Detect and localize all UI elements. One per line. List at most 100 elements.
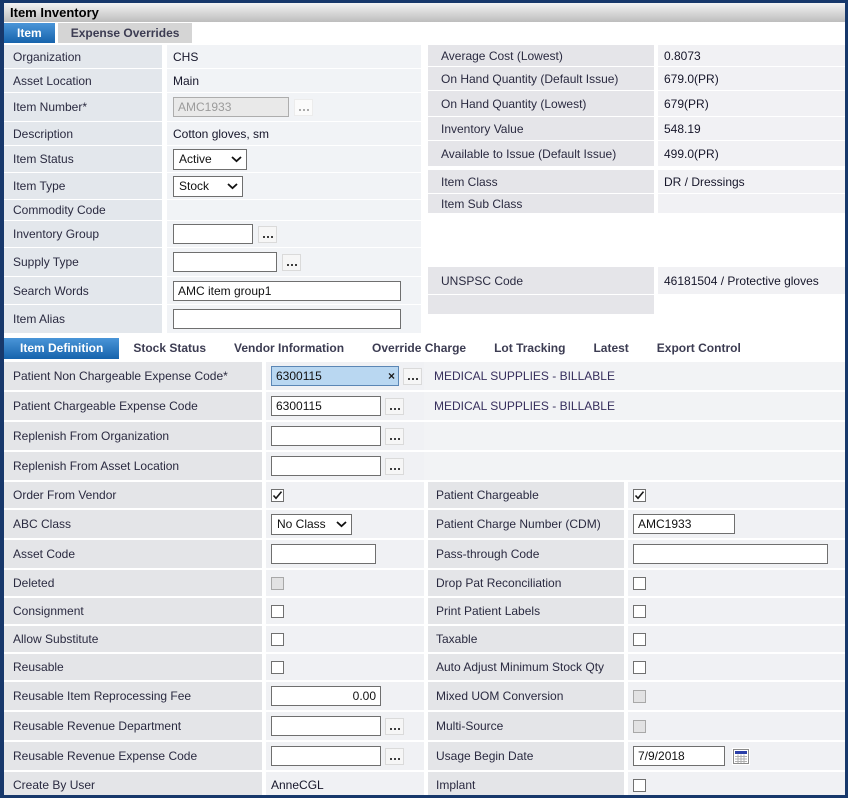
- on-hand-default-label: On Hand Quantity (Default Issue): [428, 67, 654, 90]
- description-label: Description: [4, 122, 162, 145]
- row-reusable: Reusable Auto Adjust Minimum Stock Qty: [4, 654, 845, 680]
- patient-charge-number-field[interactable]: [633, 514, 735, 534]
- pass-through-code-field[interactable]: [633, 544, 828, 564]
- tab-item[interactable]: Item: [4, 23, 55, 43]
- row-deleted: Deleted Drop Pat Reconciliation: [4, 570, 845, 596]
- patient-chargeable-code-browse-button[interactable]: [385, 398, 404, 415]
- tab-stock-status[interactable]: Stock Status: [119, 338, 220, 359]
- inventory-group-label: Inventory Group: [4, 221, 162, 247]
- on-hand-lowest-label: On Hand Quantity (Lowest): [428, 91, 654, 116]
- tab-lot-tracking[interactable]: Lot Tracking: [480, 338, 579, 359]
- asset-location-label: Asset Location: [4, 69, 162, 92]
- abc-class-label: ABC Class: [4, 510, 262, 538]
- reprocessing-fee-field[interactable]: [271, 686, 381, 706]
- inventory-group-browse-button[interactable]: [258, 226, 277, 243]
- item-definition-section: Patient Non Chargeable Expense Code* × M…: [4, 362, 845, 798]
- deleted-label: Deleted: [4, 570, 262, 596]
- commodity-code-label: Commodity Code: [4, 200, 162, 220]
- replenish-asset-field[interactable]: [271, 456, 381, 476]
- print-patient-labels-checkbox[interactable]: [633, 605, 646, 618]
- tab-vendor-information[interactable]: Vendor Information: [220, 338, 358, 359]
- revenue-department-field[interactable]: [271, 716, 381, 736]
- consignment-label: Consignment: [4, 598, 262, 624]
- replenish-org-browse-button[interactable]: [385, 428, 404, 445]
- item-alias-label: Item Alias: [4, 305, 162, 333]
- average-cost-label: Average Cost (Lowest): [428, 45, 654, 66]
- revenue-department-browse-button[interactable]: [385, 718, 404, 735]
- order-from-vendor-checkbox[interactable]: [271, 489, 284, 502]
- tab-latest[interactable]: Latest: [579, 338, 642, 359]
- supply-type-browse-button[interactable]: [282, 254, 301, 271]
- row-item-status: Item Status Active: [4, 146, 421, 172]
- item-alias-field[interactable]: [173, 309, 401, 329]
- implant-checkbox[interactable]: [633, 779, 646, 792]
- consignment-checkbox[interactable]: [271, 605, 284, 618]
- available-to-issue-value: 499.0(PR): [658, 141, 845, 166]
- item-type-select[interactable]: Stock: [173, 176, 243, 197]
- row-description: Description Cotton gloves, sm: [4, 122, 421, 145]
- replenish-asset-browse-button[interactable]: [385, 458, 404, 475]
- row-empty: [428, 295, 845, 314]
- taxable-label: Taxable: [428, 626, 624, 652]
- definition-tab-bar: Item Definition Stock Status Vendor Info…: [4, 338, 845, 359]
- chevron-down-icon: [227, 183, 238, 190]
- item-inventory-window: Item Inventory Item Expense Overrides Or…: [0, 0, 848, 798]
- drop-pat-reconciliation-checkbox[interactable]: [633, 577, 646, 590]
- check-icon: [272, 490, 283, 501]
- tab-item-definition[interactable]: Item Definition: [4, 338, 119, 359]
- item-status-select[interactable]: Active: [173, 149, 247, 170]
- tab-expense-overrides[interactable]: Expense Overrides: [58, 23, 193, 43]
- patient-chargeable-checkbox[interactable]: [633, 489, 646, 502]
- drop-pat-reconciliation-label: Drop Pat Reconciliation: [428, 570, 624, 596]
- usage-begin-date-label: Usage Begin Date: [428, 742, 624, 770]
- row-inventory-group: Inventory Group: [4, 221, 421, 247]
- row-commodity-code: Commodity Code: [4, 200, 421, 220]
- print-patient-labels-label: Print Patient Labels: [428, 598, 624, 624]
- supply-type-field[interactable]: [173, 252, 277, 272]
- row-revenue-department: Reusable Revenue Department Multi-Source: [4, 712, 845, 740]
- calendar-icon[interactable]: [732, 748, 750, 765]
- item-sub-class-value: [658, 194, 845, 213]
- revenue-expense-code-field[interactable]: [271, 746, 381, 766]
- unspsc-code-label: UNSPSC Code: [428, 267, 654, 294]
- inventory-group-field[interactable]: [173, 224, 253, 244]
- item-number-browse-button[interactable]: [294, 99, 313, 116]
- allow-substitute-label: Allow Substitute: [4, 626, 262, 652]
- row-item-sub-class: Item Sub Class: [428, 194, 845, 213]
- row-asset-code: Asset Code Pass-through Code: [4, 540, 845, 568]
- order-from-vendor-label: Order From Vendor: [4, 482, 262, 508]
- create-by-user-value: AnneCGL: [266, 772, 424, 798]
- auto-adjust-min-stock-checkbox[interactable]: [633, 661, 646, 674]
- patient-non-chargeable-label: Patient Non Chargeable Expense Code*: [4, 362, 262, 390]
- row-unspsc-code: UNSPSC Code 46181504 / Protective gloves: [428, 267, 845, 294]
- patient-charge-number-label: Patient Charge Number (CDM): [428, 510, 624, 538]
- unspsc-code-value: 46181504 / Protective gloves: [658, 267, 845, 294]
- search-words-label: Search Words: [4, 277, 162, 304]
- replenish-org-field[interactable]: [271, 426, 381, 446]
- row-item-number: Item Number*: [4, 93, 421, 121]
- row-revenue-expense-code: Reusable Revenue Expense Code Usage Begi…: [4, 742, 845, 770]
- row-replenish-asset: Replenish From Asset Location: [4, 452, 845, 480]
- clear-field-icon[interactable]: ×: [388, 371, 395, 381]
- organization-label: Organization: [4, 45, 162, 68]
- row-consignment: Consignment Print Patient Labels: [4, 598, 845, 624]
- create-by-user-label: Create By User: [4, 772, 262, 798]
- search-words-field[interactable]: [173, 281, 401, 301]
- asset-location-value: Main: [167, 69, 421, 92]
- revenue-expense-code-browse-button[interactable]: [385, 748, 404, 765]
- row-organization: Organization CHS: [4, 45, 421, 68]
- abc-class-select[interactable]: No Class: [271, 514, 352, 535]
- patient-non-chargeable-field[interactable]: [271, 366, 399, 386]
- patient-chargeable-code-field[interactable]: [271, 396, 381, 416]
- allow-substitute-checkbox[interactable]: [271, 633, 284, 646]
- page-title: Item Inventory: [4, 3, 845, 22]
- asset-code-field[interactable]: [271, 544, 376, 564]
- tab-override-charge[interactable]: Override Charge: [358, 338, 480, 359]
- taxable-checkbox[interactable]: [633, 633, 646, 646]
- usage-begin-date-field[interactable]: [633, 746, 725, 766]
- tab-export-control[interactable]: Export Control: [643, 338, 755, 359]
- reusable-checkbox[interactable]: [271, 661, 284, 674]
- row-average-cost: Average Cost (Lowest) 0.8073: [428, 45, 845, 66]
- row-asset-location: Asset Location Main: [4, 69, 421, 92]
- patient-non-chargeable-browse-button[interactable]: [403, 368, 422, 385]
